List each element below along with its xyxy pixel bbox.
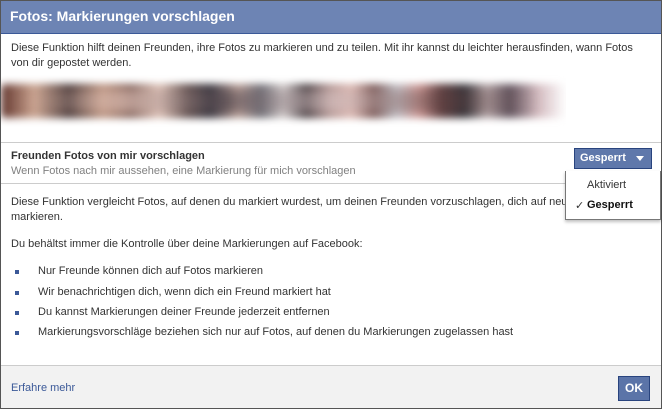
blurred-photo-banner [1,74,566,128]
privacy-select-button[interactable]: Gesperrt [574,148,652,169]
dialog-titlebar: Fotos: Markierungen vorschlagen [1,1,661,34]
description-line-2: markieren. [11,211,63,223]
list-item-text: Nur Freunde können dich auf Fotos markie… [38,265,264,277]
list-item-text: Markierungsvorschläge beziehen sich nur … [38,326,514,338]
bullet-icon [15,311,19,315]
menu-item-gesperrt[interactable]: ✓ Gesperrt [566,196,662,214]
intro-line-2: von dir gepostet werden. [11,57,132,69]
description-paragraph: Diese Funktion vergleicht Fotos, auf den… [11,195,571,225]
bullet-icon [15,331,19,335]
list-item-text: Du kannst Markierungen deiner Freunde je… [38,306,330,318]
learn-more-link[interactable]: Erfahre mehr [11,382,75,394]
menu-item-aktiviert[interactable]: Aktiviert [566,176,662,194]
dialog-footer: Erfahre mehr OK [1,365,661,408]
list-item: Wir benachrichtigen dich, wenn dich ein … [15,286,615,306]
description-line-1: Diese Funktion vergleicht Fotos, auf den… [11,196,568,208]
checkmark-icon: ✓ [575,200,585,212]
setting-sublabel: Wenn Fotos nach mir aussehen, eine Marki… [11,165,356,177]
setting-row: Freunden Fotos von mir vorschlagen Wenn … [1,142,661,184]
intro-text: Diese Funktion hilft deinen Freunden, ih… [11,41,651,71]
menu-item-label: Gesperrt [587,199,633,211]
privacy-dropdown-menu: Aktiviert ✓ Gesperrt [565,171,661,220]
list-item: Du kannst Markierungen deiner Freunde je… [15,306,615,326]
dialog-title: Fotos: Markierungen vorschlagen [10,8,235,24]
menu-item-label: Aktiviert [587,179,627,191]
blurred-photos-overlay [21,90,541,112]
list-item-text: Wir benachrichtigen dich, wenn dich ein … [38,286,331,298]
list-item: Nur Freunde können dich auf Fotos markie… [15,265,615,285]
privacy-select-value: Gesperrt [580,152,626,164]
list-item: Markierungsvorschläge beziehen sich nur … [15,326,615,346]
setting-label: Freunden Fotos von mir vorschlagen [11,150,205,162]
caret-down-icon [636,156,644,161]
control-paragraph: Du behältst immer die Kontrolle über dei… [11,238,363,250]
bullet-icon [15,291,19,295]
intro-line-1: Diese Funktion hilft deinen Freunden, ih… [11,42,633,54]
suggest-tags-dialog: Fotos: Markierungen vorschlagen Diese Fu… [0,0,662,409]
bullet-icon [15,270,19,274]
ok-button[interactable]: OK [618,376,650,401]
